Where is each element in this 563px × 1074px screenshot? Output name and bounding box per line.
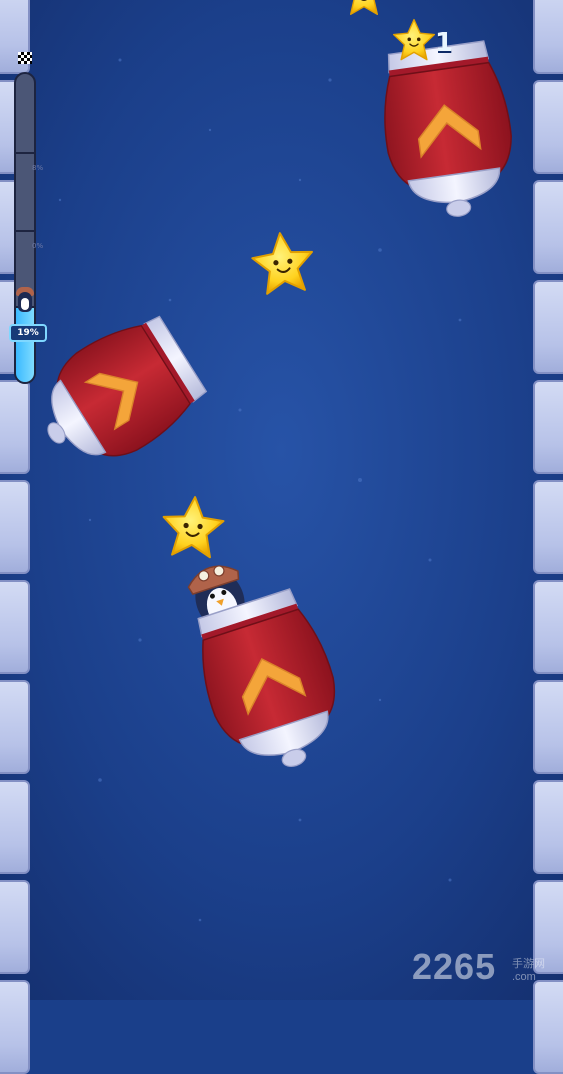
wall-brick xyxy=(533,680,563,774)
wall-brick xyxy=(533,580,563,674)
meter-tick xyxy=(16,230,34,232)
meter-tick xyxy=(16,152,34,154)
wall-brick xyxy=(533,980,563,1074)
wall-brick xyxy=(533,480,563,574)
watermark-logo: 2265 xyxy=(412,946,497,987)
right-wall xyxy=(533,0,563,1074)
player-marker-icon xyxy=(18,292,32,312)
wall-brick xyxy=(0,980,30,1074)
meter-tick-label: 0% xyxy=(32,242,44,250)
progress-meter: 8% 0% 19% xyxy=(9,52,47,392)
progress-fill xyxy=(16,308,34,382)
progress-percent: 19% xyxy=(9,324,47,342)
watermark-suffix: 手游网 .com xyxy=(512,958,545,983)
wall-brick xyxy=(533,0,563,74)
wall-brick xyxy=(533,80,563,174)
game-scene xyxy=(0,0,563,1000)
wall-brick xyxy=(533,780,563,874)
meter-tick-label: 8% xyxy=(32,164,44,172)
wall-brick xyxy=(0,680,30,774)
wall-brick xyxy=(0,480,30,574)
wall-brick xyxy=(0,780,30,874)
wall-brick xyxy=(0,380,30,474)
finish-flag-icon xyxy=(18,52,32,64)
star-score: 1 xyxy=(435,28,454,58)
wall-brick xyxy=(0,580,30,674)
wall-brick xyxy=(0,880,30,974)
wall-brick xyxy=(533,280,563,374)
wall-brick xyxy=(533,180,563,274)
wall-brick xyxy=(533,380,563,474)
